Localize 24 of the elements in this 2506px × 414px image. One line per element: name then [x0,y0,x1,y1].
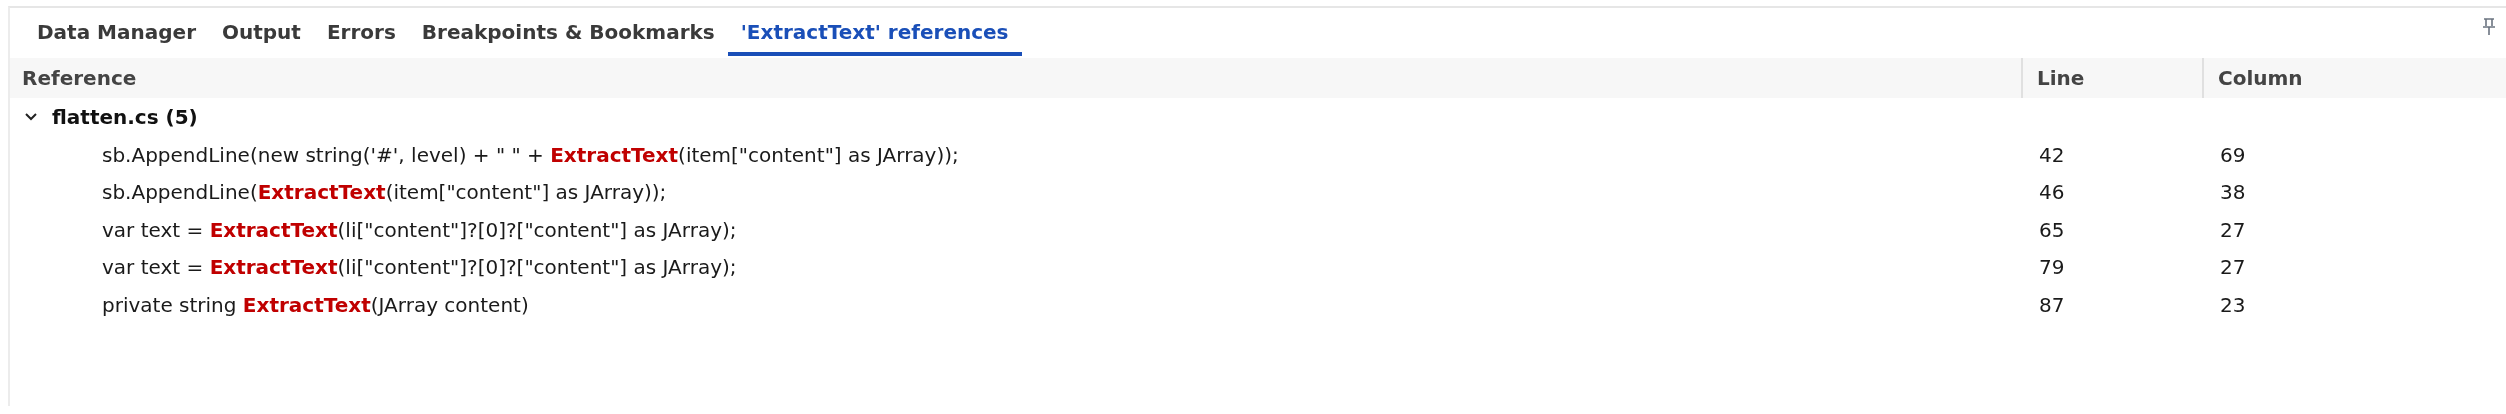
column-header[interactable]: Column [2202,58,2506,98]
reference-cell-text: private string ExtractText(JArray content) [101,292,530,317]
tab[interactable]: Data Manager [24,14,209,56]
column-cell-text: 27 [2219,217,2247,242]
pin-icon[interactable] [2482,18,2496,36]
line-cell-text: 87 [2038,292,2066,317]
column-cell-text: 69 [2219,142,2247,167]
tab[interactable]: Errors [313,14,409,56]
line-cell-text: 79 [2038,255,2066,280]
line-cell-text: 65 [2038,217,2066,242]
column-cell-text: 27 [2219,255,2247,280]
reference-cell-text: sb.AppendLine(new string('#', level) + " " + ExtractText(item["content"] as JArray)); [101,142,960,167]
line-cell-text: 42 [2038,142,2066,167]
reference-cell-text: var text = ExtractText(li["content"]?[0]?["content"] as JArray); [101,217,738,242]
tab[interactable]: Breakpoints & Bookmarks [408,14,728,56]
reference-cell-text: var text = ExtractText(li["content"]?[0]?["content"] as JArray); [101,255,738,280]
file-group-label: flatten.cs (5) [52,105,198,129]
reference-cell-text: sb.AppendLine(ExtractText(item["content"] as JArray)); [101,180,668,205]
tab[interactable]: Output [209,14,314,56]
column-cell-text: 23 [2219,292,2247,317]
column-header[interactable]: Reference [10,58,2021,98]
line-cell-text: 46 [2038,180,2066,205]
column-header[interactable]: Line [2021,58,2202,98]
column-cell-text: 38 [2219,180,2247,205]
